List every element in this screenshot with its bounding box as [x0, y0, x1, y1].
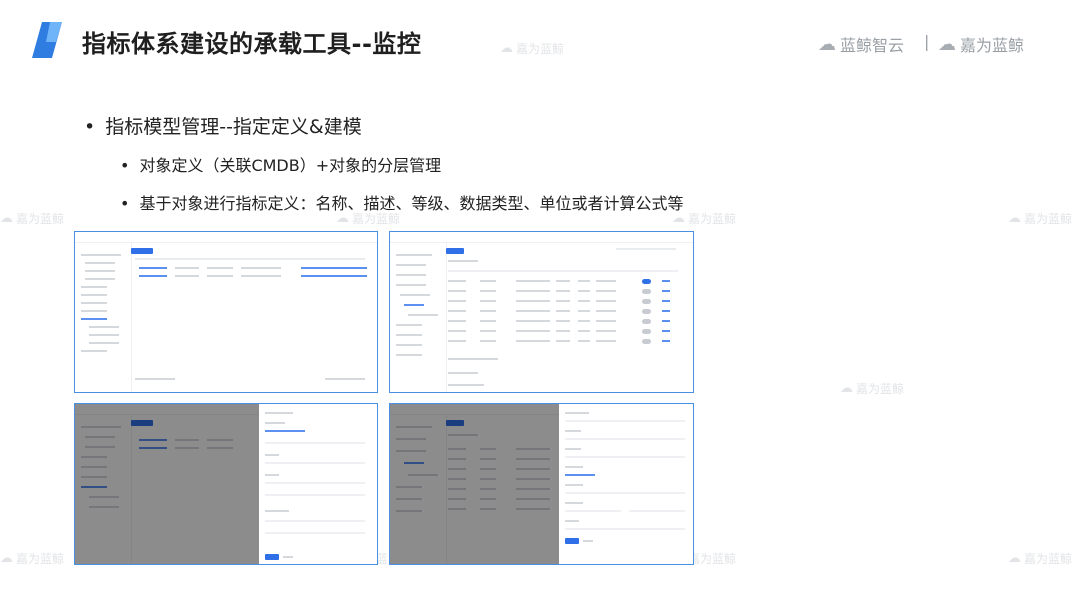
cloud-icon: ☁	[1008, 211, 1021, 226]
watermark: ☁嘉为蓝鲸	[1008, 211, 1073, 226]
cloud-icon: ☁	[840, 381, 853, 396]
cloud-icon: ☁	[500, 41, 513, 56]
brand-separator: |	[924, 32, 930, 51]
cloud-icon: ☁	[0, 211, 13, 226]
bullet-sub-2: • 基于对象进行指标定义：名称、描述、等级、数据类型、单位或者计算公式等	[120, 194, 684, 213]
watermark: ☁嘉为蓝鲸	[0, 551, 65, 566]
bullet-main: • 指标模型管理--指定定义&建模	[84, 116, 362, 138]
cloud-icon: ☁	[0, 551, 13, 566]
watermark: ☁嘉为蓝鲸	[840, 381, 905, 396]
brand-jiawei-lanjing: ☁ 嘉为蓝鲸	[938, 32, 1024, 56]
screenshot-metric-table	[389, 231, 694, 393]
cloud-icon: ☁	[1008, 551, 1021, 566]
bullet-sub-1: • 对象定义（关联CMDB）+对象的分层管理	[120, 156, 442, 175]
watermark: ☁嘉为蓝鲸	[0, 211, 65, 226]
cloud-icon: ☁	[818, 33, 836, 55]
brand-left-label: 蓝鲸智云	[840, 36, 905, 55]
screenshot-object-list	[74, 231, 378, 393]
cloud-icon: ☁	[938, 33, 956, 55]
watermark: ☁嘉为蓝鲸	[1008, 551, 1073, 566]
watermark: ☁嘉为蓝鲸	[500, 41, 565, 56]
brand-right-label: 嘉为蓝鲸	[960, 36, 1025, 55]
screenshot-metric-drawer	[389, 403, 694, 565]
logo-icon	[32, 22, 62, 58]
screenshot-object-drawer	[74, 403, 378, 565]
page-title: 指标体系建设的承载工具--监控	[82, 30, 422, 58]
brand-lanjing-zhiyun: ☁ 蓝鲸智云	[818, 32, 904, 56]
